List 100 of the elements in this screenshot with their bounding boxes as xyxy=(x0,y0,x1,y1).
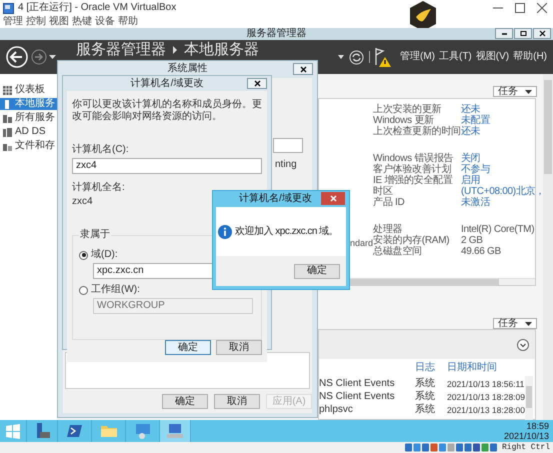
server-icon xyxy=(3,128,12,136)
radio-button[interactable] xyxy=(79,286,88,294)
property-link[interactable]: 关闭 xyxy=(461,154,545,164)
property-label: 上次检查更新的时间 xyxy=(373,127,461,137)
breadcrumb-item[interactable]: 服务器管理器 xyxy=(76,42,166,58)
close-button[interactable] xyxy=(533,28,551,39)
property-link[interactable]: 还未 xyxy=(461,105,535,115)
partial-text: nting xyxy=(275,160,297,170)
table-cell-text: phlpsvc xyxy=(319,405,354,415)
sidebar-item[interactable]: 本地服务 xyxy=(0,98,57,110)
tasks-dropdown[interactable]: 任务 xyxy=(493,86,537,97)
menu-item[interactable]: 视图(V) xyxy=(476,52,510,62)
property-value: 49.66 GB xyxy=(461,247,502,257)
servers-icon xyxy=(3,114,12,122)
property-value: 2 GB xyxy=(461,236,484,246)
property-link[interactable]: 不参与 xyxy=(461,165,545,175)
property-link[interactable]: 未激活 xyxy=(461,198,545,208)
field-label: 计算机名(C): xyxy=(72,145,130,155)
menu-item[interactable]: 管理(M) xyxy=(400,52,435,62)
host-key-label: Right Ctrl xyxy=(502,444,550,452)
input-field[interactable]: WORKGROUP xyxy=(93,298,253,314)
warning-flag-icon[interactable] xyxy=(374,47,391,67)
table-cell: 2021/10/13 18:28:09 xyxy=(447,392,525,402)
dialog-button[interactable]: 确定 xyxy=(165,340,211,355)
table-cell-text: 系统 xyxy=(415,379,436,389)
radio-button[interactable] xyxy=(79,250,88,260)
property-label: 时区 xyxy=(373,187,394,197)
menu-item[interactable]: 设备 xyxy=(95,17,115,27)
field-label: 计算机全名: xyxy=(72,183,126,193)
column-header[interactable]: 日期和时间 xyxy=(447,363,535,373)
close-button[interactable] xyxy=(247,78,267,89)
menu-item[interactable]: 视图 xyxy=(49,17,69,27)
property-label: 处理器 xyxy=(373,225,402,235)
group-label: 隶属于 xyxy=(79,230,111,240)
window-title: 4 [正在运行] - Oracle VM VirtualBox xyxy=(18,3,176,13)
property-label: Windows 更新 xyxy=(373,116,435,126)
property-link[interactable]: 还未 xyxy=(461,127,535,137)
breadcrumb-item: 本地服务器 xyxy=(184,42,259,58)
ok-button[interactable]: 确定 xyxy=(294,264,340,278)
scrollbar-thumb[interactable] xyxy=(544,80,552,174)
storage-icon xyxy=(3,142,12,150)
column-header[interactable]: 日志 xyxy=(415,363,447,373)
menu-item[interactable]: 管理 xyxy=(3,17,23,27)
table-cell: 2021/10/13 18:28:00 xyxy=(447,406,525,414)
status-icons-drawing[interactable] xyxy=(404,443,499,452)
terminal-icon xyxy=(66,422,84,440)
computer-icon xyxy=(166,422,184,440)
table-cell-text: 系统 xyxy=(415,392,436,402)
dialog-button[interactable]: 取消 xyxy=(216,340,262,355)
property-label: 安装的内存(RAM) xyxy=(373,236,450,246)
property-label: 客户体验改善计划 xyxy=(373,165,451,175)
caret-icon xyxy=(525,322,532,326)
scrollbar-thumb[interactable] xyxy=(526,386,532,408)
caret-icon[interactable] xyxy=(49,54,56,60)
tasks-dropdown[interactable]: 任务 xyxy=(493,318,537,329)
sidebar-item[interactable]: 文件和存 xyxy=(0,140,57,152)
scrollbar[interactable] xyxy=(525,376,533,421)
dialog-button[interactable]: 确定 xyxy=(162,394,208,409)
dialog-button[interactable]: 取消 xyxy=(214,394,260,409)
close-icon[interactable] xyxy=(537,3,547,13)
property-link[interactable]: 未配置 xyxy=(461,116,535,126)
input-field[interactable] xyxy=(273,138,303,153)
window-title: 服务器管理器 xyxy=(246,29,306,39)
radio-label: 工作组(W): xyxy=(91,285,140,295)
property-link[interactable]: (UTC+08:00)北京， xyxy=(461,187,545,197)
scrollbar[interactable] xyxy=(543,74,553,420)
expand-icon[interactable] xyxy=(517,338,529,350)
property-label: IE 增强的安全配置 xyxy=(373,176,454,186)
close-button[interactable] xyxy=(293,63,313,75)
input-field[interactable]: zxc4 xyxy=(72,158,262,174)
property-link[interactable]: 启用 xyxy=(461,176,545,186)
menu-item[interactable]: 热键 xyxy=(72,17,92,27)
maximize-icon[interactable] xyxy=(515,3,525,13)
menu-item[interactable]: 工具(T) xyxy=(438,52,472,62)
property-label: 总磁盘空间 xyxy=(373,247,423,257)
menu-item[interactable]: 帮助(H) xyxy=(513,52,547,62)
table-cell-text: NS Client Events xyxy=(319,379,396,389)
sidebar-item[interactable]: AD DS xyxy=(0,126,57,138)
close-icon xyxy=(538,30,546,37)
partial-text: ndard xyxy=(350,238,374,248)
minimize-button[interactable] xyxy=(495,28,513,39)
taskbar-button[interactable] xyxy=(160,420,191,442)
sidebar-item[interactable]: 仪表板 xyxy=(0,84,57,96)
property-label: 产品 ID xyxy=(373,198,406,208)
chevron-icon xyxy=(172,46,178,54)
menu-item[interactable]: 帮助 xyxy=(118,17,138,27)
property-value: Intel(R) Core(TM) xyxy=(461,225,535,235)
refresh-icon[interactable] xyxy=(348,50,364,64)
menu-item[interactable]: 控制 xyxy=(26,17,46,27)
description-text: 你可以更改该计算机的名称和成员身份。更改可能会影响对网络资源的访问。 xyxy=(72,99,262,123)
dialog-title: 计算机名/域更改 xyxy=(239,194,312,204)
clock-time: 18:59 xyxy=(526,422,549,430)
radio-label: 域(D): xyxy=(91,250,118,260)
sidebar-item[interactable]: 所有服务 xyxy=(0,112,57,124)
caret-icon[interactable] xyxy=(338,55,344,59)
restore-button[interactable] xyxy=(514,28,532,39)
close-icon xyxy=(330,195,336,202)
network-icon xyxy=(134,422,152,440)
message-text: 欢迎加入 xpc.zxc.cn 域。 xyxy=(235,226,338,236)
property-label: 上次安装的更新 xyxy=(373,105,442,115)
